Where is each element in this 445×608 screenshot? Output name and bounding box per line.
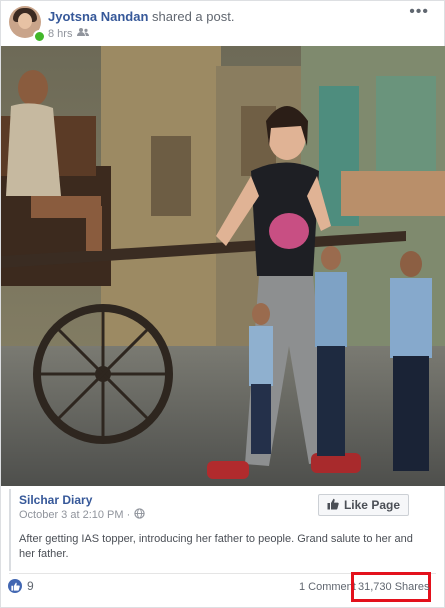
- post-timestamp[interactable]: 8 hrs: [48, 28, 72, 40]
- friends-icon[interactable]: [77, 27, 90, 40]
- thumbs-up-icon: [327, 498, 339, 513]
- globe-icon[interactable]: [134, 508, 145, 522]
- shared-post-attachment: Silchar Diary October 3 at 2:10 PM · Aft…: [9, 489, 439, 571]
- author-name-link[interactable]: Jyotsna Nandan: [48, 9, 148, 24]
- shares-count-link[interactable]: 31,730 Shares: [358, 581, 430, 593]
- shared-page-name-link[interactable]: Silchar Diary: [19, 493, 92, 507]
- comments-count-link[interactable]: 1 Comment: [299, 581, 356, 593]
- post-meta: 8 hrs: [48, 27, 90, 40]
- reactions-summary[interactable]: 9: [8, 579, 34, 593]
- reaction-count: 9: [27, 579, 34, 593]
- like-page-button[interactable]: Like Page: [317, 494, 409, 516]
- online-status-dot: [33, 30, 46, 43]
- shared-post-date[interactable]: October 3 at 2:10 PM ·: [19, 509, 130, 521]
- like-reaction-icon: [8, 579, 22, 593]
- post-photo[interactable]: [1, 46, 445, 486]
- more-options-button[interactable]: •••: [409, 3, 429, 21]
- more-dots-icon: •••: [409, 3, 429, 20]
- post-header: Jyotsna Nandan shared a post.: [48, 9, 234, 24]
- shared-post-text: After getting IAS topper, introducing he…: [19, 533, 413, 560]
- post-card: Jyotsna Nandan shared a post. 8 hrs •••: [0, 0, 445, 608]
- post-action-text: shared a post.: [152, 9, 235, 24]
- shared-post-meta: October 3 at 2:10 PM ·: [19, 508, 145, 522]
- like-page-label: Like Page: [343, 498, 400, 512]
